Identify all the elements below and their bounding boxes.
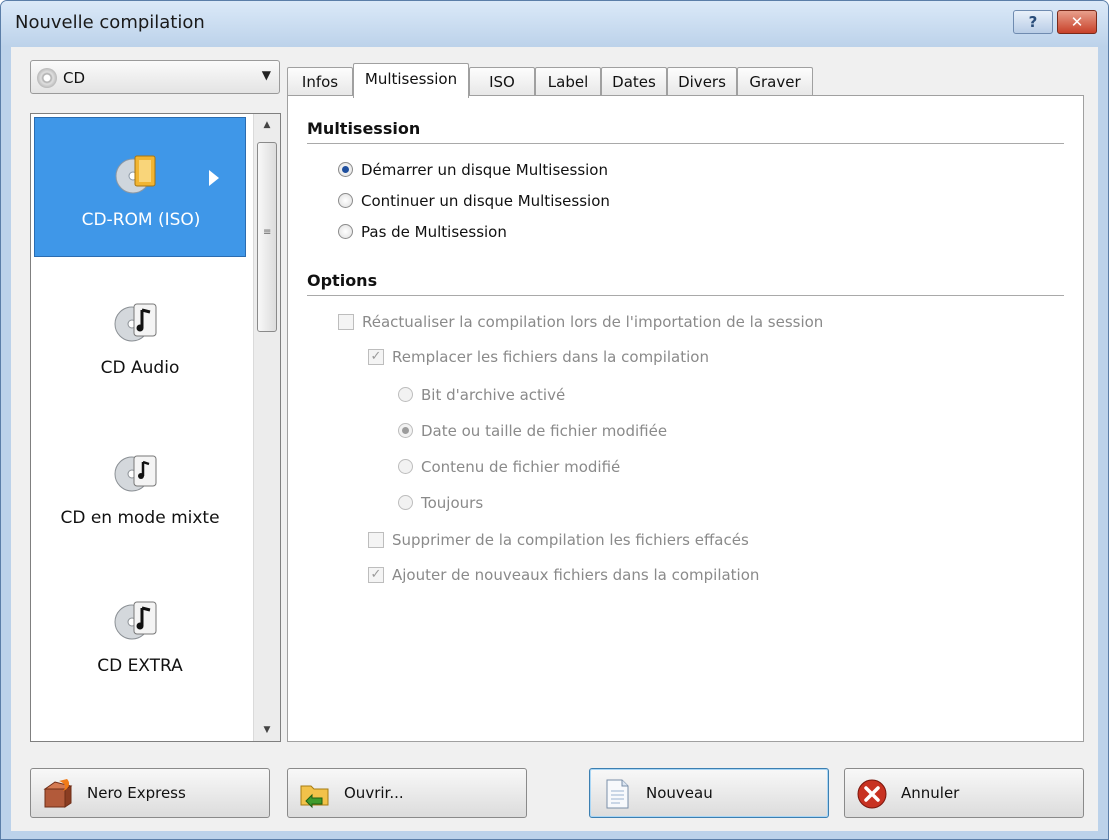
nero-express-icon [43,779,73,808]
checkbox-replace-files[interactable]: ✓ Remplacer les fichiers dans la compilat… [368,348,709,366]
compilation-label: CD Audio [100,358,180,378]
radio-continue-multisession[interactable]: Continuer un disque Multisession [338,192,610,210]
open-folder-icon [300,785,329,809]
list-scrollbar[interactable]: ▲ ≡ ▼ [253,114,280,741]
radio-date-or-size[interactable]: Date ou taille de fichier modifiée [398,422,667,440]
tab-iso[interactable]: ISO [469,67,535,97]
radio-button[interactable] [398,459,413,474]
radio-always[interactable]: Toujours [398,494,483,512]
radio-button[interactable] [398,423,413,438]
dialog-window: Nouvelle compilation ? ✕ CD ▼ CD-ROM (IS… [0,0,1109,840]
radio-start-multisession[interactable]: Démarrer un disque Multisession [338,161,608,179]
mixed-disc-icon [114,455,157,492]
title-bar: Nouvelle compilation ? ✕ [1,1,1108,47]
section-divider [307,143,1064,144]
scroll-down-icon[interactable]: ▼ [254,719,280,741]
checkbox-delete-erased[interactable]: Supprimer de la compilation les fichiers… [368,531,749,549]
chevron-down-icon[interactable]: ▼ [262,68,271,82]
open-button[interactable]: Ouvrir... [287,768,527,818]
radio-button[interactable] [398,495,413,510]
list-item-partial[interactable] [34,714,246,741]
checkbox-refresh-compilation[interactable]: Réactualiser la compilation lors de l'im… [338,313,823,331]
checkbox[interactable]: ✓ [368,348,384,365]
section-divider [307,295,1064,296]
button-label: Ouvrir... [344,784,404,802]
tab-dates[interactable]: Dates [601,67,667,97]
options-heading: Options [307,271,378,290]
tab-infos[interactable]: Infos [287,67,353,97]
audio-disc-icon [114,303,157,342]
tab-multisession[interactable]: Multisession [353,63,469,98]
close-button[interactable]: ✕ [1057,10,1097,34]
tab-label[interactable]: Label [535,67,601,97]
cancel-button[interactable]: Annuler [844,768,1084,818]
new-button[interactable]: Nouveau [589,768,829,818]
tab-divers[interactable]: Divers [667,67,737,97]
extra-disc-icon [114,601,157,640]
disc-icon [37,68,57,88]
media-type-select[interactable]: CD ▼ [30,60,280,94]
media-type-value: CD [63,69,86,87]
list-item-cd-audio[interactable]: CD Audio [34,266,246,406]
radio-button[interactable] [398,387,413,402]
list-item-cd-rom-iso[interactable]: CD-ROM (ISO) [34,117,246,257]
window-title: Nouvelle compilation [15,12,205,33]
nero-express-button[interactable]: Nero Express [30,768,270,818]
multisession-heading: Multisession [307,119,421,138]
compilation-label: CD en mode mixte [60,508,220,528]
data-disc-icon [115,155,156,194]
list-item-cd-extra[interactable]: CD EXTRA [34,564,246,704]
button-label: Annuler [901,784,960,802]
tab-graver[interactable]: Graver [737,67,813,97]
scroll-thumb[interactable]: ≡ [257,142,277,332]
play-arrow-icon [209,170,219,186]
button-label: Nouveau [646,784,713,802]
radio-button[interactable] [338,193,353,208]
new-document-icon [606,779,629,809]
list-item-cd-mixed-mode[interactable]: CD en mode mixte [34,416,246,556]
dialog-body: CD ▼ CD-ROM (ISO) CD Audio CD en mode mi… [11,47,1098,831]
radio-button[interactable] [338,224,353,239]
checkbox-add-new-files[interactable]: ✓ Ajouter de nouveaux fichiers dans la co… [368,566,759,584]
radio-content-modified[interactable]: Contenu de fichier modifié [398,458,620,476]
button-label: Nero Express [87,784,186,802]
checkbox[interactable] [338,313,354,330]
compilation-type-list[interactable]: CD-ROM (ISO) CD Audio CD en mode mixte C… [30,113,281,742]
help-button[interactable]: ? [1013,10,1053,34]
radio-no-multisession[interactable]: Pas de Multisession [338,223,507,241]
multisession-panel: Multisession Démarrer un disque Multises… [287,95,1084,742]
compilation-label: CD-ROM (ISO) [81,210,201,230]
checkbox[interactable]: ✓ [368,566,384,583]
cancel-x-icon [857,779,887,809]
compilation-label: CD EXTRA [97,656,183,676]
checkbox[interactable] [368,531,384,548]
scroll-up-icon[interactable]: ▲ [254,114,280,136]
radio-button[interactable] [338,162,353,177]
radio-archive-bit[interactable]: Bit d'archive activé [398,386,565,404]
